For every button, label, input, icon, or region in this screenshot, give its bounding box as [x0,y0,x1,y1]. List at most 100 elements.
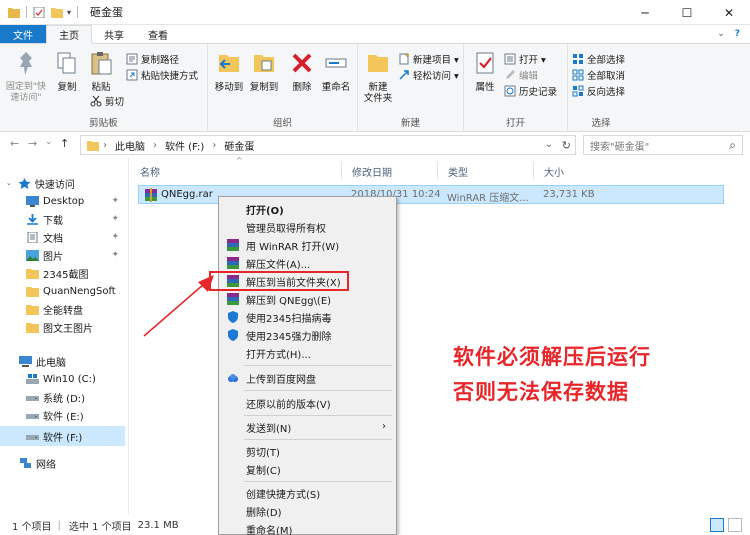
invert-selection-button[interactable]: 反向选择 [572,84,625,98]
nav-item-2345-screenshot[interactable]: 2345截图 [0,264,125,282]
select-all-button[interactable]: 全部选择 [572,52,625,66]
menu-item-label: 管理员取得所有权 [246,223,326,235]
windows-drive-icon [26,373,39,384]
nav-drive-d[interactable]: 系统 (D:) [0,388,125,406]
history-button[interactable]: 历史记录 [504,84,557,98]
nav-drive-e[interactable]: 软件 (E:) [0,406,125,424]
collapse-chevron-icon[interactable]: ⌄ [6,179,12,187]
copy-path-button[interactable]: 复制路径 [126,52,179,66]
nav-this-pc[interactable]: 此电脑 [0,352,125,370]
menu-item-open-with[interactable]: 打开方式(H)... [221,344,394,362]
nav-network-label: 网络 [36,459,56,471]
details-view-icon[interactable] [710,518,724,532]
large-icons-view-icon[interactable] [728,518,742,532]
menu-item-send-to[interactable]: 发送到(N) › [221,418,394,436]
nav-item-tuwenwang[interactable]: 图文王图片 [0,318,125,336]
quick-access-dropdown-icon[interactable]: ▾ [67,8,71,17]
menu-item-extract-to-folder[interactable]: 解压到 QNEgg\(E) [221,290,394,308]
nav-item-documents[interactable]: 文档 ✦ [0,228,125,246]
menu-item-restore-versions[interactable]: 还原以前的版本(V) [221,394,394,412]
new-folder-quick-icon[interactable] [51,7,63,18]
menu-item-delete[interactable]: 删除(D) [221,502,394,520]
column-header-size[interactable]: 大小 [534,162,596,180]
properties-quick-icon[interactable] [33,6,45,18]
paste-button[interactable]: 粘贴 [86,50,116,93]
column-header-modified[interactable]: 修改日期 [342,162,438,180]
menu-item-open-with-winrar[interactable]: 用 WinRAR 打开(W) [221,236,394,254]
address-row: ← → ⌄ ↑ › 此电脑 › 软件 (F:) › 砸金蛋 ⌄ ↻ 搜索"砸金蛋… [0,132,750,158]
menu-item-create-shortcut[interactable]: 创建快捷方式(S) [221,484,394,502]
status-selected-count: 选中 1 个项目 [68,521,132,533]
nav-drive-f[interactable]: 软件 (F:) [0,426,125,446]
tab-share[interactable]: 共享 [92,25,136,43]
menu-item-label: 创建快捷方式(S) [246,489,321,501]
select-none-label: 全部取消 [587,71,626,82]
new-item-label: 新建项目 ▾ [413,55,459,66]
new-folder-button[interactable]: 新建 文件夹 [360,50,396,104]
breadcrumb-drive-f[interactable]: 软件 (F:) [165,138,204,153]
pin-icon[interactable]: ✦ [111,196,119,206]
expand-ribbon-icon[interactable]: ⌄ [717,29,725,39]
address-bar[interactable]: › 此电脑 › 软件 (F:) › 砸金蛋 ⌄ ↻ [80,135,576,155]
maximize-button[interactable]: ☐ [666,0,708,25]
rename-label: 重命名 [321,82,351,93]
nav-quick-access[interactable]: ⌄ 快速访问 [0,174,125,192]
new-item-button[interactable]: 新建项目 ▾ [398,52,459,66]
breadcrumb-this-pc[interactable]: 此电脑 [115,138,145,153]
copy-button[interactable]: 复制 [53,50,81,93]
cut-button[interactable]: 剪切 [90,94,124,108]
tab-home[interactable]: 主页 [46,25,92,44]
nav-item-quannengsoft[interactable]: QuanNengSoft [0,282,125,300]
move-to-button[interactable]: 移动到 [213,50,245,93]
menu-item-2345-delete[interactable]: 使用2345强力删除 [221,326,394,344]
minimize-button[interactable]: ─ [624,0,666,25]
nav-item-downloads[interactable]: 下载 ✦ [0,210,125,228]
pin-icon[interactable]: ✦ [111,250,119,260]
search-input[interactable]: 搜索"砸金蛋" ⌕ [583,135,743,155]
column-header-name[interactable]: 名称 [130,162,342,180]
address-dropdown-icon[interactable]: ⌄ [545,139,553,150]
copy-to-button[interactable]: 复制到 [248,50,280,93]
nav-network[interactable]: 网络 [0,454,125,472]
pin-icon[interactable]: ✦ [111,232,119,242]
easy-access-button[interactable]: 轻松访问 ▾ [398,68,459,82]
edit-button[interactable]: 编辑 [504,68,538,82]
pin-quick-access-button[interactable]: 固定到"快 速访问" [4,50,48,104]
nav-item-pictures[interactable]: 图片 ✦ [0,246,125,264]
select-all-label: 全部选择 [587,55,626,66]
open-button[interactable]: 打开 ▾ [504,52,546,66]
menu-item-copy[interactable]: 复制(C) [221,460,394,478]
menu-item-baidu-upload[interactable]: 上传到百度网盘 [221,369,394,387]
tab-view[interactable]: 查看 [136,25,180,43]
menu-item-open[interactable]: 打开(O) [221,200,394,218]
pin-icon[interactable]: ✦ [111,214,119,224]
nav-drive-c[interactable]: Win10 (C:) [0,370,125,388]
close-button[interactable]: ✕ [708,0,750,25]
nav-item-desktop[interactable]: Desktop ✦ [0,192,125,210]
menu-item-2345-scan[interactable]: 使用2345扫描病毒 [221,308,394,326]
menu-item-take-ownership[interactable]: 管理员取得所有权 [221,218,394,236]
menu-item-rename[interactable]: 重命名(M) [221,520,394,535]
delete-button[interactable]: 删除 [288,50,316,93]
breadcrumb-separator: › [212,139,217,151]
help-icon[interactable]: ? [735,29,740,39]
select-none-button[interactable]: 全部取消 [572,68,625,82]
up-button[interactable]: ↑ [60,137,69,150]
refresh-button[interactable]: ↻ [562,139,571,152]
forward-button[interactable]: → [28,137,37,150]
rename-button[interactable]: 重命名 [318,50,354,93]
nav-item-wheel[interactable]: 全能转盘 [0,300,125,318]
window-title: 砸金蛋 [90,6,124,19]
tab-file[interactable]: 文件 [0,25,46,43]
recent-locations-button[interactable]: ⌄ [45,137,53,147]
menu-item-label: 使用2345强力删除 [246,331,332,343]
menu-item-cut[interactable]: 剪切(T) [221,442,394,460]
breadcrumb-current-folder[interactable]: 砸金蛋 [224,138,254,153]
menu-item-extract-files[interactable]: 解压文件(A)... [221,254,394,272]
properties-button[interactable]: 属性 [470,50,500,93]
paste-shortcut-button[interactable]: 粘贴快捷方式 [126,68,198,82]
back-button[interactable]: ← [10,137,19,150]
column-header-type[interactable]: 类型 [438,162,534,180]
menu-item-extract-here[interactable]: 解压到当前文件夹(X) [221,272,394,290]
pin-quick-access-label: 固定到"快 速访问" [5,82,47,103]
